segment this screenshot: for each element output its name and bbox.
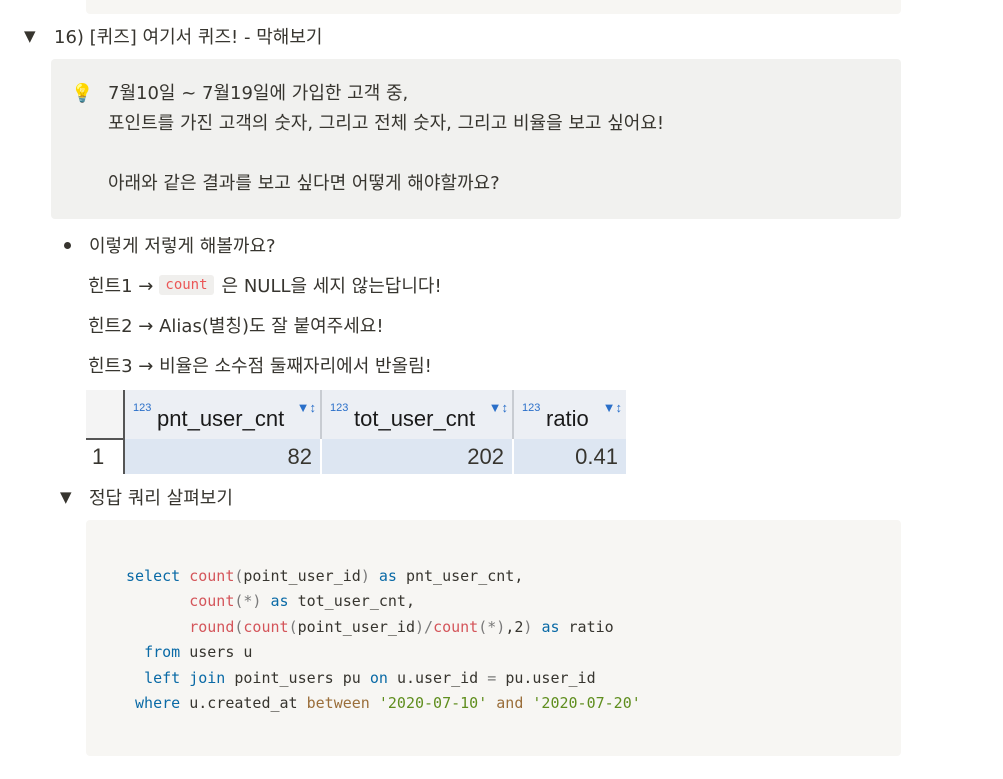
cell-tot-user-cnt[interactable]: 202 — [321, 439, 514, 474]
row-number: 1 — [86, 439, 125, 474]
numeric-type-icon: 123 — [330, 402, 349, 414]
cell-pnt-user-cnt[interactable]: 82 — [124, 439, 322, 474]
numeric-type-icon: 123 — [133, 402, 152, 414]
hint-3-text: 힌트3 → 비율은 소수점 둘째자리에서 반올림! — [88, 356, 432, 377]
filter-sort-icon[interactable]: ▼↕ — [603, 400, 622, 415]
hint-1-suffix: 은 NULL을 세지 않는답니다! — [221, 276, 442, 297]
table-row: 1 82 202 0.41 — [86, 439, 626, 474]
section-title: 16) [퀴즈] 여기서 퀴즈! - 막해보기 — [54, 27, 323, 48]
answer-toggle-title: 정답 쿼리 살펴보기 — [89, 488, 233, 509]
hint-1: 힌트1 → count 은 NULL을 세지 않는답니다! — [88, 272, 442, 298]
hint-3: 힌트3 → 비율은 소수점 둘째자리에서 반올림! — [88, 352, 432, 378]
filter-sort-icon[interactable]: ▼↕ — [297, 400, 316, 415]
bullet-item: 이렇게 저렇게 해볼까요? — [64, 232, 276, 258]
filter-sort-icon[interactable]: ▼↕ — [489, 400, 508, 415]
hint-2: 힌트2 → Alias(별칭)도 잘 붙여주세요! — [88, 312, 384, 338]
section-toggle[interactable]: ▼ 16) [퀴즈] 여기서 퀴즈! - 막해보기 — [24, 23, 322, 49]
hint-1-prefix: 힌트1 → — [88, 276, 154, 297]
result-header-row: 123 pnt_user_cnt ▼↕ 123 tot_user_cnt ▼↕ … — [86, 390, 626, 440]
column-name: ratio — [546, 406, 589, 431]
numeric-type-icon: 123 — [522, 402, 541, 414]
callout-box: 💡 7월10일 ~ 7월19일에 가입한 고객 중, 포인트를 가진 고객의 숫… — [51, 59, 901, 219]
cell-ratio[interactable]: 0.41 — [513, 439, 626, 474]
column-header-tot-user-cnt[interactable]: 123 tot_user_cnt ▼↕ — [321, 390, 514, 439]
sql-code: select count(point_user_id) as pnt_user_… — [126, 567, 641, 713]
lightbulb-icon: 💡 — [71, 83, 94, 104]
column-header-pnt-user-cnt[interactable]: 123 pnt_user_cnt ▼↕ — [124, 390, 322, 439]
triangle-down-icon[interactable]: ▼ — [24, 27, 44, 45]
hint-2-text: 힌트2 → Alias(별칭)도 잘 붙여주세요! — [88, 316, 384, 337]
bullet-text: 이렇게 저렇게 해볼까요? — [89, 236, 276, 257]
bullet-dot-icon — [64, 241, 71, 249]
code-block[interactable]: select count(point_user_id) as pnt_user_… — [86, 520, 901, 756]
callout-text: 7월10일 ~ 7월19일에 가입한 고객 중, 포인트를 가진 고객의 숫자,… — [108, 79, 664, 199]
answer-toggle[interactable]: ▼ 정답 쿼리 살펴보기 — [60, 484, 233, 510]
table-corner — [86, 390, 125, 440]
previous-block-bottom — [86, 0, 901, 14]
result-table: 123 pnt_user_cnt ▼↕ 123 tot_user_cnt ▼↕ … — [86, 390, 626, 474]
callout-line-2: 포인트를 가진 고객의 숫자, 그리고 전체 숫자, 그리고 비율을 보고 싶어… — [108, 113, 665, 134]
inline-code: count — [159, 275, 214, 295]
column-name: pnt_user_cnt — [157, 406, 285, 431]
callout-line-3: 아래와 같은 결과를 보고 싶다면 어떻게 해야할까요? — [108, 173, 500, 194]
column-name: tot_user_cnt — [354, 406, 476, 431]
column-header-ratio[interactable]: 123 ratio ▼↕ — [513, 390, 626, 439]
triangle-down-icon[interactable]: ▼ — [60, 488, 80, 506]
callout-line-1: 7월10일 ~ 7월19일에 가입한 고객 중, — [108, 83, 409, 104]
